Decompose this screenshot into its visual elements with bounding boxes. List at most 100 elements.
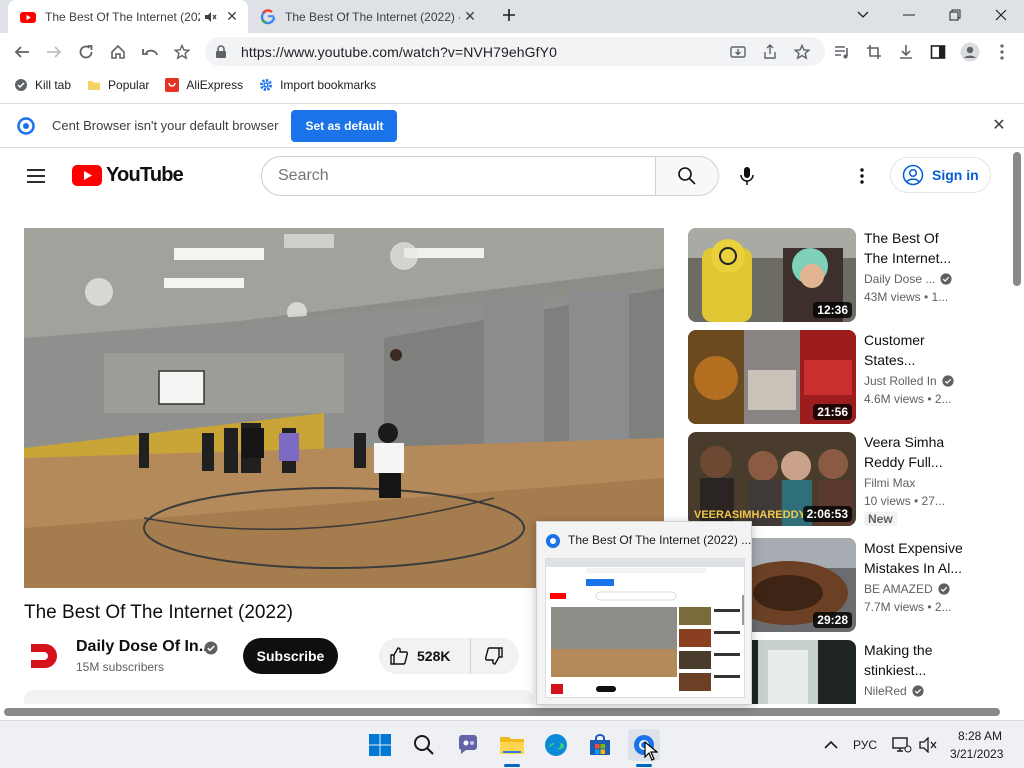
cent-browser-icon (546, 534, 560, 548)
vertical-scrollbar[interactable] (1010, 148, 1024, 704)
side-panel-icon[interactable] (924, 38, 952, 66)
language-indicator[interactable]: РУС (853, 738, 877, 752)
set-default-button[interactable]: Set as default (291, 109, 398, 142)
media-control-icon[interactable] (828, 38, 856, 66)
recommendation-title[interactable]: Making the stinkiest... (864, 640, 976, 680)
home-icon[interactable] (104, 38, 132, 66)
kebab-menu-icon[interactable] (988, 38, 1016, 66)
google-icon (260, 8, 276, 24)
chevron-up-icon[interactable] (815, 729, 847, 761)
search-input[interactable]: Search (261, 156, 656, 196)
recommendation-meta: 43M views • 1... (864, 290, 949, 304)
cent-browser-icon (17, 116, 35, 135)
bookmark-label: AliExpress (186, 78, 244, 92)
bookmark-popular[interactable]: Popular (87, 78, 149, 92)
star-icon[interactable] (168, 38, 196, 66)
recommendation-title[interactable]: Most Expensive Mistakes In Al... (864, 538, 976, 578)
windows-start-icon[interactable] (364, 729, 396, 761)
video-thumbnail[interactable]: VEERASIMHAREDDY 2:06:53 (688, 432, 856, 526)
sign-in-button[interactable]: Sign in (890, 157, 991, 193)
chevron-down-icon[interactable] (840, 0, 886, 30)
channel-name[interactable]: Daily Dose Of In... (76, 638, 212, 656)
bookmark-label: Import bookmarks (280, 78, 377, 92)
video-duration: 29:28 (813, 612, 852, 628)
recommendation-title[interactable]: Veera Simha Reddy Full... (864, 432, 976, 472)
undo-close-tab-icon[interactable] (136, 38, 164, 66)
lock-icon[interactable] (215, 44, 227, 59)
video-thumbnail[interactable]: 21:56 (688, 330, 856, 424)
hamburger-menu-icon[interactable] (24, 164, 48, 188)
like-button[interactable]: 528K (379, 638, 471, 674)
back-icon[interactable] (8, 38, 36, 66)
file-explorer-icon[interactable] (496, 729, 528, 767)
address-bar[interactable]: https://www.youtube.com/watch?v=NVH79ehG… (205, 37, 825, 66)
store-icon[interactable] (584, 729, 616, 761)
tab-google[interactable]: The Best Of The Internet (2022) - ✕ (250, 0, 486, 33)
minimize-icon[interactable] (886, 0, 932, 30)
recommendation-channel: Daily Dose ... (864, 272, 952, 286)
default-browser-infobar: Cent Browser isn't your default browser … (0, 103, 1024, 148)
recommendation-meta: 10 views • 27... (864, 494, 945, 508)
recommendation-title[interactable]: The Best Of The Internet... (864, 228, 976, 268)
more-options-icon[interactable] (850, 164, 874, 188)
volume-muted-icon[interactable] (912, 729, 944, 761)
tab-title: The Best Of The Internet (2022) - (285, 9, 460, 24)
search-icon[interactable] (408, 729, 440, 761)
verified-check-icon (942, 375, 954, 387)
youtube-logo[interactable]: YouTube (72, 164, 184, 187)
share-icon[interactable] (762, 44, 778, 60)
taskbar-window-preview[interactable]: The Best Of The Internet (2022) ... (536, 521, 752, 705)
verified-check-icon (912, 685, 924, 697)
reload-icon[interactable] (72, 38, 100, 66)
scrollbar-thumb[interactable] (1013, 152, 1021, 286)
close-icon[interactable]: ✕ (990, 116, 1008, 134)
channel-avatar[interactable] (28, 640, 60, 672)
forward-icon[interactable] (40, 38, 68, 66)
microphone-icon[interactable] (735, 164, 759, 188)
edge-icon[interactable] (540, 729, 572, 761)
download-icon[interactable] (892, 38, 920, 66)
install-app-icon[interactable] (730, 44, 746, 60)
bookmark-star-icon[interactable] (794, 44, 810, 60)
restore-icon[interactable] (932, 0, 978, 30)
verified-check-icon (204, 641, 218, 655)
thumbs-up-icon (390, 647, 409, 665)
bookmark-aliexpress[interactable]: AliExpress (165, 78, 243, 92)
infobar-message: Cent Browser isn't your default browser (52, 118, 279, 133)
clock-date[interactable]: 3/21/2023 (950, 747, 1003, 761)
new-badge: New (864, 512, 897, 526)
sign-in-label: Sign in (932, 167, 979, 183)
subscribe-button[interactable]: Subscribe (243, 638, 338, 674)
speaker-mute-icon[interactable] (204, 10, 218, 24)
bookmark-label: Popular (108, 78, 150, 92)
description-box[interactable] (24, 690, 534, 704)
tab-close-icon[interactable]: ✕ (460, 7, 480, 27)
tab-youtube-active[interactable]: The Best Of The Internet (2022) ✕ (8, 0, 248, 33)
browser-tab-strip: The Best Of The Internet (2022) ✕ The Be… (0, 0, 1024, 33)
recommendation-item[interactable]: 12:36 The Best Of The Internet... Daily D… (688, 228, 998, 322)
tab-title: The Best Of The Internet (2022) (45, 9, 200, 24)
tab-close-icon[interactable]: ✕ (222, 7, 242, 27)
like-dislike-bar: 528K (379, 638, 519, 674)
search-button[interactable] (655, 156, 719, 196)
scrollbar-thumb[interactable] (4, 708, 1000, 716)
close-icon[interactable] (978, 0, 1024, 30)
horizontal-scrollbar[interactable] (0, 704, 1024, 719)
recommendation-item[interactable]: VEERASIMHAREDDY 2:06:53 Veera Simha Reddy… (688, 432, 998, 526)
bookmarks-bar: Kill tab Popular AliExpress Import bookm… (0, 71, 1024, 99)
plus-icon[interactable] (486, 0, 532, 30)
clock-time[interactable]: 8:28 AM (958, 729, 1002, 743)
recommendation-title[interactable]: Customer States... (864, 330, 976, 370)
bookmark-import[interactable]: Import bookmarks (259, 78, 376, 92)
youtube-page: YouTube Search Sign in The Best Of The I… (0, 148, 1010, 704)
dislike-button[interactable] (471, 638, 517, 674)
chat-icon[interactable] (452, 729, 484, 761)
video-thumbnail[interactable]: 12:36 (688, 228, 856, 322)
recommendation-channel: BE AMAZED (864, 582, 950, 596)
recommendation-item[interactable]: 21:56 Customer States... Just Rolled In 4… (688, 330, 998, 424)
cent-browser-icon[interactable] (628, 729, 660, 767)
bookmark-kill-tab[interactable]: Kill tab (14, 78, 71, 92)
crop-icon[interactable] (860, 38, 888, 66)
profile-icon[interactable] (956, 38, 984, 66)
account-icon (902, 164, 924, 186)
